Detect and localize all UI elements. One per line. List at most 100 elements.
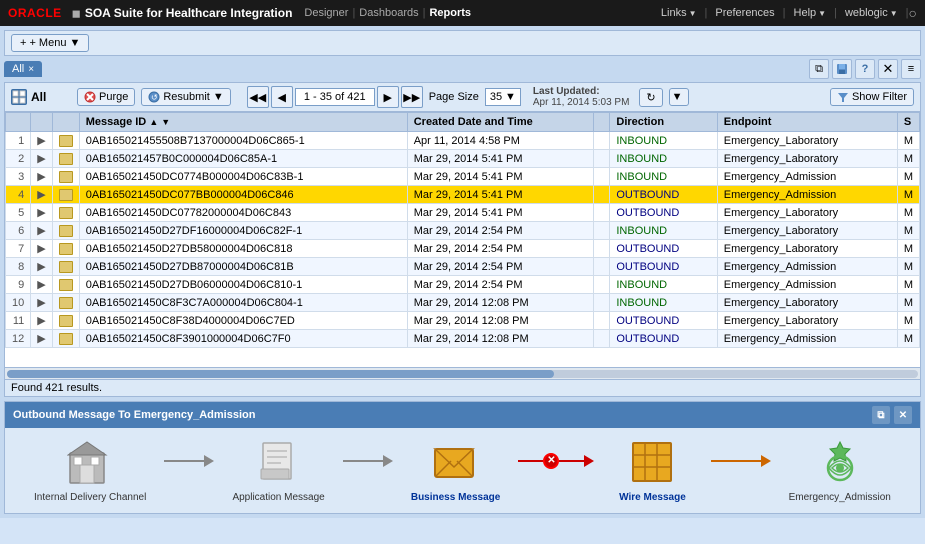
row-direction: OUTBOUND: [610, 258, 717, 276]
save-button[interactable]: [832, 59, 852, 79]
row-status: M: [897, 132, 919, 150]
refresh-button[interactable]: ↻: [639, 88, 662, 107]
row-direction: INBOUND: [610, 168, 717, 186]
row-number: 10: [6, 294, 31, 312]
menu-button[interactable]: + + Menu ▼: [11, 34, 89, 52]
row-expand[interactable]: ▶: [31, 222, 52, 240]
user-menu[interactable]: weblogic ▼: [837, 7, 906, 19]
row-direction: OUTBOUND: [610, 312, 717, 330]
help-dropdown-arrow: ▼: [818, 9, 826, 18]
links-menu[interactable]: Links ▼: [653, 7, 705, 19]
row-expand[interactable]: ▶: [31, 294, 52, 312]
resubmit-icon: ↺: [148, 91, 160, 103]
flow-node-internal-delivery: Internal Delivery Channel: [34, 438, 146, 503]
table-row[interactable]: 5 ▶ 0AB165021450DC07782000004D06C843 Mar…: [6, 204, 920, 222]
window-button[interactable]: ○: [909, 5, 917, 21]
col-direction[interactable]: Direction: [610, 113, 717, 132]
purge-icon: [84, 91, 96, 103]
row-direction: OUTBOUND: [610, 240, 717, 258]
row-expand[interactable]: ▶: [31, 240, 52, 258]
tab-close-button[interactable]: ×: [28, 64, 34, 75]
wire-message-icon: [631, 441, 673, 485]
col-sort-arrows: [594, 113, 610, 132]
row-expand[interactable]: ▶: [31, 276, 52, 294]
help-menu[interactable]: Help ▼: [786, 7, 835, 19]
arrow-head-3: [584, 455, 594, 467]
row-endpoint: Emergency_Laboratory: [717, 294, 897, 312]
grid-icon: [12, 90, 26, 104]
table-row[interactable]: 8 ▶ 0AB165021450D27DB87000004D06C81B Mar…: [6, 258, 920, 276]
table-row[interactable]: 6 ▶ 0AB165021450D27DF16000004D06C82F-1 M…: [6, 222, 920, 240]
table-row[interactable]: 3 ▶ 0AB165021450DC0774B000004D06C83B-1 M…: [6, 168, 920, 186]
restore-window-button[interactable]: ⧉: [809, 59, 829, 79]
all-tab[interactable]: All ×: [4, 61, 42, 77]
options-button[interactable]: ▼: [669, 88, 689, 106]
table-scroll-area[interactable]: Message ID ▲ ▼ Created Date and Time Dir…: [5, 112, 920, 367]
row-number: 8: [6, 258, 31, 276]
row-status: M: [897, 276, 919, 294]
col-created-date[interactable]: Created Date and Time: [407, 113, 594, 132]
scroll-thumb[interactable]: [7, 370, 554, 378]
table-row[interactable]: 7 ▶ 0AB165021450D27DB58000004D06C818 Mar…: [6, 240, 920, 258]
sort-asc-icon: ▲: [149, 117, 158, 127]
table-row[interactable]: 10 ▶ 0AB165021450C8F3C7A000004D06C804-1 …: [6, 294, 920, 312]
purge-button[interactable]: Purge: [77, 88, 135, 106]
menu-tab-button[interactable]: ≡: [901, 59, 921, 79]
table-row[interactable]: 1 ▶ 0AB165021455508B7137000004D06C865-1 …: [6, 132, 920, 150]
row-sort: [594, 132, 610, 150]
row-endpoint: Emergency_Admission: [717, 258, 897, 276]
row-status: M: [897, 312, 919, 330]
table-row[interactable]: 4 ▶ 0AB165021450DC077BB000004D06C846 Mar…: [6, 186, 920, 204]
close-tab-button[interactable]: ✕: [878, 59, 898, 79]
row-expand[interactable]: ▶: [31, 204, 52, 222]
horizontal-scrollbar[interactable]: [5, 367, 920, 379]
messages-table: Message ID ▲ ▼ Created Date and Time Dir…: [5, 112, 920, 348]
preferences-menu[interactable]: Preferences: [707, 7, 782, 19]
row-expand[interactable]: ▶: [31, 168, 52, 186]
help-button[interactable]: ?: [855, 59, 875, 79]
row-expand[interactable]: ▶: [31, 330, 52, 348]
show-filter-button[interactable]: Show Filter: [830, 88, 914, 106]
resubmit-button[interactable]: ↺ Resubmit ▼: [141, 88, 230, 106]
designer-nav-link[interactable]: Designer: [304, 7, 348, 19]
row-date: Mar 29, 2014 2:54 PM: [407, 258, 594, 276]
last-page-button[interactable]: ▶▶: [401, 86, 423, 108]
row-message-id: 0AB165021455508B7137000004D06C865-1: [79, 132, 407, 150]
row-icon: [52, 132, 79, 150]
row-expand[interactable]: ▶: [31, 258, 52, 276]
row-expand[interactable]: ▶: [31, 132, 52, 150]
reports-nav-link[interactable]: Reports: [429, 7, 471, 19]
error-dot: ✕: [543, 453, 559, 469]
table-row[interactable]: 9 ▶ 0AB165021450D27DB06000004D06C810-1 M…: [6, 276, 920, 294]
row-expand[interactable]: ▶: [31, 150, 52, 168]
row-status: M: [897, 330, 919, 348]
scroll-track[interactable]: [7, 370, 918, 378]
row-expand[interactable]: ▶: [31, 186, 52, 204]
flow-node-wire-message: Wire Message: [612, 438, 692, 503]
row-endpoint: Emergency_Laboratory: [717, 132, 897, 150]
row-number: 2: [6, 150, 31, 168]
row-endpoint: Emergency_Admission: [717, 168, 897, 186]
row-icon: [52, 258, 79, 276]
application-message-icon-container: [254, 438, 304, 488]
next-page-button[interactable]: ▶: [377, 86, 399, 108]
links-dropdown-arrow: ▼: [689, 9, 697, 18]
dashboards-nav-link[interactable]: Dashboards: [359, 7, 418, 19]
prev-page-button[interactable]: ◀: [271, 86, 293, 108]
row-direction: OUTBOUND: [610, 204, 717, 222]
table-row[interactable]: 2 ▶ 0AB165021457B0C000004D06C85A-1 Mar 2…: [6, 150, 920, 168]
arrow-head-2: [383, 455, 393, 467]
col-endpoint[interactable]: Endpoint: [717, 113, 897, 132]
page-size-control[interactable]: 35 ▼: [485, 88, 521, 106]
menu-bar: + + Menu ▼: [4, 30, 921, 56]
col-message-id[interactable]: Message ID ▲ ▼: [79, 113, 407, 132]
row-direction: OUTBOUND: [610, 330, 717, 348]
bottom-panel-restore-button[interactable]: ⧉: [872, 406, 890, 424]
col-s[interactable]: S: [897, 113, 919, 132]
table-row[interactable]: 11 ▶ 0AB165021450C8F38D4000004D06C7ED Ma…: [6, 312, 920, 330]
row-sort: [594, 186, 610, 204]
row-expand[interactable]: ▶: [31, 312, 52, 330]
table-row[interactable]: 12 ▶ 0AB165021450C8F3901000004D06C7F0 Ma…: [6, 330, 920, 348]
bottom-panel-close-button[interactable]: ✕: [894, 406, 912, 424]
first-page-button[interactable]: ◀◀: [247, 86, 269, 108]
